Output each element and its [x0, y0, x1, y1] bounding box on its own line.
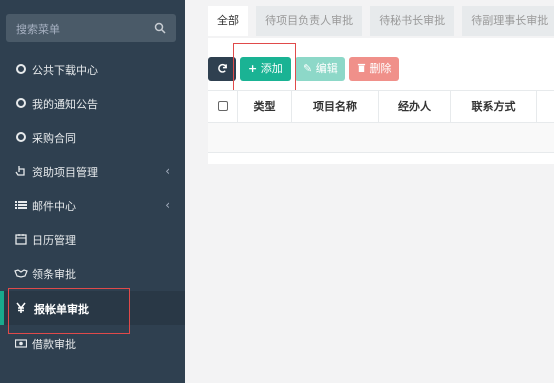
- trash-icon: [357, 63, 366, 72]
- sidebar-search[interactable]: 搜索菜单: [6, 14, 176, 42]
- circle-outline-icon: [16, 132, 26, 142]
- list-icon: [15, 201, 27, 209]
- select-all-column: [208, 91, 237, 122]
- tab-bar: 全部 待项目负责人审批 待秘书长审批 待副理事长审批: [208, 6, 554, 36]
- delete-button-label: 删除: [369, 62, 392, 75]
- sidebar-item-label: 邮件中心: [32, 200, 76, 213]
- column-header-contact[interactable]: 联系方式: [450, 91, 536, 122]
- calendar-icon: [15, 234, 27, 245]
- tab-all[interactable]: 全部: [208, 6, 248, 36]
- money-icon: [15, 339, 27, 348]
- sidebar-item-funding-projects[interactable]: 资助项目管理 ‹: [0, 154, 185, 188]
- tab-pending-secretary-general[interactable]: 待秘书长审批: [370, 6, 455, 36]
- table-body-empty: [208, 123, 554, 153]
- sidebar-item-label: 资助项目管理: [32, 166, 98, 179]
- main-content: 全部 待项目负责人审批 待秘书长审批 待副理事长审批 + 添加 ✎ 编辑 删除: [197, 0, 554, 383]
- tab-pending-project-leader[interactable]: 待项目负责人审批: [256, 6, 363, 36]
- sidebar-item-label: 公共下载中心: [32, 64, 98, 77]
- chevron-left-icon: ‹: [165, 164, 170, 178]
- search-icon[interactable]: [154, 22, 166, 34]
- sidebar-item-receipt-approval[interactable]: 领条审批: [0, 256, 185, 290]
- column-header-more: [536, 91, 554, 122]
- handshake-icon: [14, 269, 28, 278]
- hand-pointer-icon: [15, 166, 25, 176]
- refresh-button[interactable]: [208, 57, 236, 81]
- table-header: 类型 项目名称 经办人 联系方式: [208, 90, 554, 123]
- tab-pending-vice-chairman[interactable]: 待副理事长审批: [462, 6, 554, 36]
- sidebar-item-label: 我的通知公告: [32, 98, 98, 111]
- column-header-type[interactable]: 类型: [237, 91, 291, 122]
- highlight-box: [8, 288, 130, 334]
- circle-outline-icon: [16, 64, 26, 74]
- circle-outline-icon: [16, 98, 26, 108]
- sidebar-item-label: 借款审批: [32, 338, 76, 351]
- sidebar-item-procurement-contract[interactable]: 采购合同: [0, 120, 185, 154]
- column-header-project-name[interactable]: 项目名称: [291, 91, 378, 122]
- edit-button-label: 编辑: [315, 62, 338, 75]
- chevron-left-icon: ‹: [165, 198, 170, 212]
- sidebar-item-mail-center[interactable]: 邮件中心 ‹: [0, 188, 185, 222]
- search-input[interactable]: 搜索菜单: [16, 21, 60, 37]
- column-header-handler[interactable]: 经办人: [378, 91, 450, 122]
- refresh-icon: [217, 63, 227, 73]
- sidebar-item-label: 日历管理: [32, 234, 76, 247]
- sidebar-item-label: 领条审批: [32, 268, 76, 281]
- sidebar-item-public-download[interactable]: 公共下载中心: [0, 52, 185, 86]
- delete-button[interactable]: 删除: [349, 57, 399, 81]
- sidebar-item-notices[interactable]: 我的通知公告: [0, 86, 185, 120]
- select-all-checkbox[interactable]: [218, 101, 228, 111]
- table-panel: + 添加 ✎ 编辑 删除 类型 项目名称 经办人 联系方式: [208, 38, 554, 164]
- sidebar-item-calendar[interactable]: 日历管理: [0, 222, 185, 256]
- pencil-icon: ✎: [303, 62, 313, 75]
- edit-button[interactable]: ✎ 编辑: [295, 57, 345, 81]
- sidebar-item-label: 采购合同: [32, 132, 76, 145]
